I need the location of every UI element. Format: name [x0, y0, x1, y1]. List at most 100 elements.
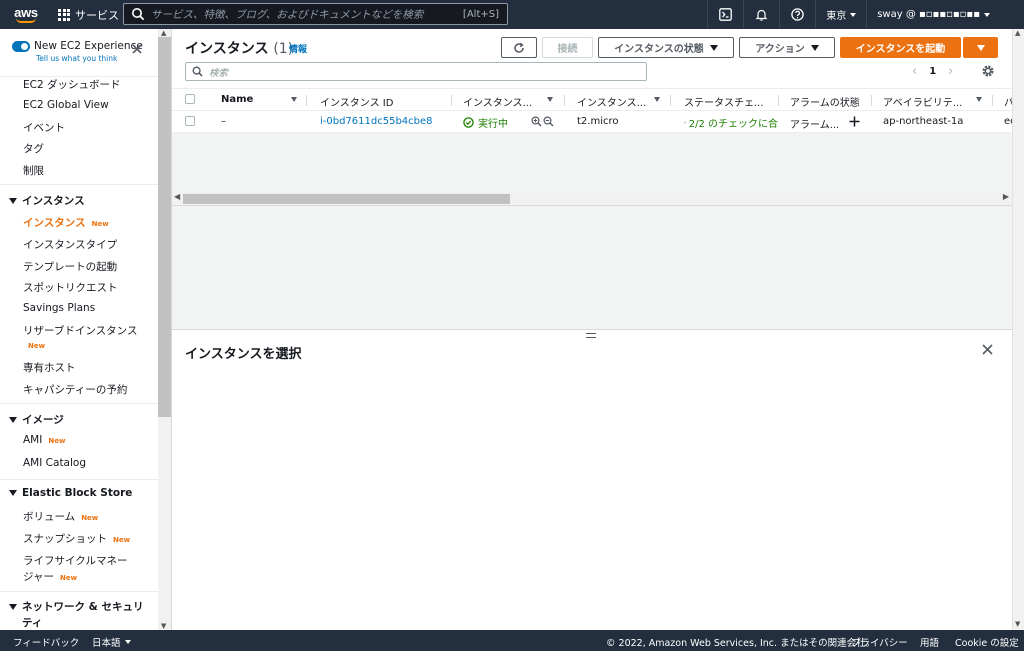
language-selector[interactable]: 日本語 [92, 635, 131, 649]
info-link[interactable]: 情報 [289, 42, 307, 55]
chevron-right-icon[interactable]: › [948, 64, 953, 79]
aws-logo[interactable]: aws [6, 0, 46, 29]
notifications-button[interactable] [743, 0, 779, 29]
column-divider[interactable] [871, 95, 872, 106]
sidebar-item-lifecycle-manager-cont[interactable]: ジャー New [23, 569, 77, 584]
sidebar-item-dedicated-hosts[interactable]: 専有ホスト [23, 360, 76, 375]
sidebar-item-snapshots[interactable]: スナップショット New [23, 531, 130, 546]
column-header-instance-state[interactable]: インスタンス... [463, 94, 532, 109]
sidebar-item-launch-templates[interactable]: テンプレートの起動 [23, 259, 117, 274]
cloudshell-button[interactable] [707, 0, 743, 29]
scrollbar-thumb[interactable] [158, 37, 171, 417]
column-header-status-check[interactable]: ステータスチェ... [684, 94, 764, 109]
column-divider[interactable] [306, 95, 307, 106]
sidebar-item-instances[interactable]: インスタンス New [23, 215, 109, 230]
sidebar: New EC2 Experience Tell us what you thin… [0, 29, 172, 630]
scroll-left-arrow-icon[interactable]: ◀ [174, 192, 180, 201]
refresh-icon [514, 42, 524, 53]
sidebar-item-tags[interactable]: タグ [23, 141, 44, 156]
refresh-button[interactable] [501, 37, 537, 58]
instance-search-input[interactable]: 検索 [185, 62, 647, 81]
caret-down-icon [709, 44, 718, 51]
scroll-down-arrow-icon[interactable]: ▼ [161, 622, 166, 630]
page-vertical-scrollbar[interactable]: ▲ ▼ [1012, 29, 1024, 630]
sidebar-item-lifecycle-manager[interactable]: ライフサイクルマネー [23, 553, 127, 568]
sidebar-section-instances[interactable]: インスタンス [9, 193, 85, 208]
launch-instances-button[interactable]: インスタンスを起動 [840, 37, 961, 58]
close-icon[interactable] [981, 343, 994, 356]
sidebar-item-volumes[interactable]: ボリューム New [23, 509, 98, 524]
column-header-alarm-status[interactable]: アラームの状態 [790, 94, 860, 109]
select-all-checkbox[interactable] [185, 94, 195, 104]
success-check-icon [463, 117, 474, 128]
sidebar-item-savings-plans[interactable]: Savings Plans [23, 302, 95, 314]
sort-caret-icon[interactable] [547, 97, 553, 102]
sidebar-item-reserved-instances[interactable]: リザーブドインスタンス [23, 323, 137, 338]
scroll-up-arrow-icon[interactable]: ▲ [1015, 29, 1020, 37]
feedback-link[interactable]: フィードバック [13, 635, 79, 649]
zoom-in-icon[interactable] [531, 116, 542, 127]
privacy-link[interactable]: プライバシー [851, 635, 908, 649]
sidebar-item-spot-requests[interactable]: スポットリクエスト [23, 280, 118, 295]
section-label: ネットワーク & セキュリ [22, 601, 144, 613]
region-selector[interactable]: 東京 [815, 0, 866, 29]
region-label: 東京 [826, 11, 847, 22]
column-divider[interactable] [778, 95, 779, 106]
account-menu[interactable]: sway @ ▪▫▪▪▫▪▫▪▪ [866, 0, 1024, 29]
cell-instance-id-link[interactable]: i-0bd7611dc55b4cbe8 [320, 116, 433, 127]
new-experience-toggle[interactable] [12, 41, 30, 52]
table-row[interactable]: – i-0bd7611dc55b4cbe8 実行中 t2.micro 2/2 の… [172, 111, 1016, 133]
instance-state-button[interactable]: インスタンスの状態 [598, 37, 734, 58]
sidebar-section-ebs[interactable]: Elastic Block Store [9, 487, 132, 499]
sidebar-item-capacity-reservations[interactable]: キャパシティーの予約 [23, 382, 127, 397]
sidebar-item-limits[interactable]: 制限 [23, 163, 44, 178]
scroll-down-arrow-icon[interactable]: ▼ [1015, 620, 1020, 628]
help-button[interactable] [779, 0, 815, 29]
column-divider[interactable] [451, 95, 452, 106]
zoom-out-icon[interactable] [543, 116, 554, 127]
global-search-input[interactable]: サービス、特徴、ブログ、およびドキュメントなどを検索 [Alt+S] [123, 3, 508, 25]
scroll-up-arrow-icon[interactable]: ▲ [161, 29, 166, 37]
cookie-settings-link[interactable]: Cookie の設定 [955, 635, 1019, 649]
resize-handle-icon[interactable] [586, 333, 596, 338]
sidebar-item-instance-types[interactable]: インスタンスタイプ [23, 237, 117, 252]
scrollbar-thumb[interactable] [183, 194, 510, 204]
sidebar-section-images[interactable]: イメージ [9, 412, 64, 427]
row-checkbox[interactable] [185, 116, 195, 126]
scroll-right-arrow-icon[interactable]: ▶ [1003, 192, 1009, 201]
sidebar-item-events[interactable]: イベント [23, 120, 65, 135]
connect-button[interactable]: 接続 [542, 37, 593, 58]
terms-link[interactable]: 用語 [920, 635, 939, 649]
launch-dropdown-button[interactable] [963, 37, 998, 58]
column-header-name[interactable]: Name [221, 94, 253, 105]
feedback-link[interactable]: Tell us what you think [36, 54, 117, 63]
close-icon[interactable] [131, 43, 143, 55]
sidebar-item-dashboard[interactable]: EC2 ダッシュボード [23, 77, 120, 92]
gear-icon[interactable] [981, 64, 995, 78]
sidebar-item-label: ジャー [23, 571, 54, 583]
column-header-instance-type[interactable]: インスタンス... [577, 94, 646, 109]
column-divider[interactable] [670, 95, 671, 106]
sidebar-item-global-view[interactable]: EC2 Global View [23, 99, 109, 111]
sidebar-item-ami[interactable]: AMI New [23, 434, 65, 446]
cell-name[interactable]: – [221, 116, 226, 127]
table-horizontal-scrollbar[interactable]: ◀ ▶ [172, 192, 1012, 206]
sidebar-item-ami-catalog[interactable]: AMI Catalog [23, 457, 86, 469]
column-header-instance-id[interactable]: インスタンス ID [320, 94, 393, 109]
sort-caret-icon[interactable] [291, 97, 297, 102]
services-menu-button[interactable]: サービス [58, 7, 119, 23]
column-header-availability-zone[interactable]: アベイラビリテ... [883, 94, 962, 109]
caret-down-icon [810, 44, 819, 51]
column-divider[interactable] [992, 95, 993, 106]
sidebar-scrollbar[interactable]: ▲ ▼ [158, 29, 171, 630]
sidebar-divider [0, 403, 158, 404]
instance-state-label: インスタンスの状態 [614, 44, 704, 55]
sidebar-section-network-security[interactable]: ネットワーク & セキュリ [9, 599, 143, 614]
column-divider[interactable] [564, 95, 565, 106]
sort-caret-icon[interactable] [976, 97, 982, 102]
actions-button[interactable]: アクション [739, 37, 835, 58]
current-page[interactable]: 1 [929, 66, 936, 77]
chevron-left-icon[interactable]: ‹ [912, 64, 917, 79]
sort-caret-icon[interactable] [654, 97, 660, 102]
plus-icon[interactable] [849, 116, 860, 127]
